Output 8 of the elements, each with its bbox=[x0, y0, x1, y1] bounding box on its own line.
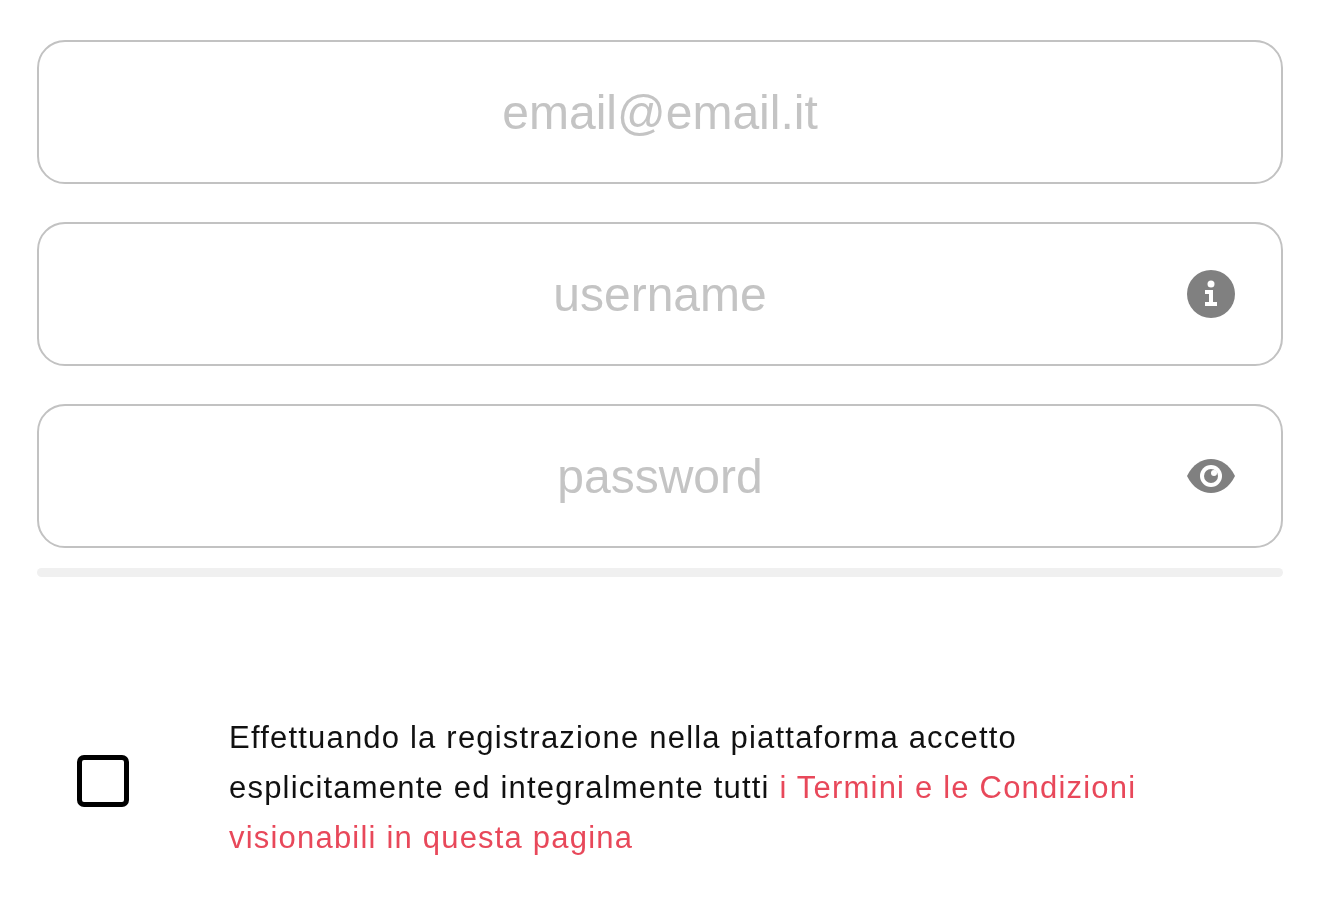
terms-text: Effettuando la registrazione nella piattaforma accetto esplicitamente ed integralmente tutti i Termini e le Condizioni visionabili in questa pagina bbox=[229, 719, 1138, 857]
input-field[interactable]: username bbox=[37, 222, 1283, 366]
terms-link[interactable]: visionabili in questa pagina bbox=[229, 820, 634, 855]
info-icon[interactable] bbox=[1187, 270, 1235, 318]
input-field[interactable]: email@email.it bbox=[37, 40, 1283, 184]
input-field[interactable]: password bbox=[37, 404, 1283, 548]
terms-link[interactable]: i Termini e le Condizioni bbox=[779, 770, 1137, 805]
checkbox[interactable] bbox=[77, 755, 129, 807]
